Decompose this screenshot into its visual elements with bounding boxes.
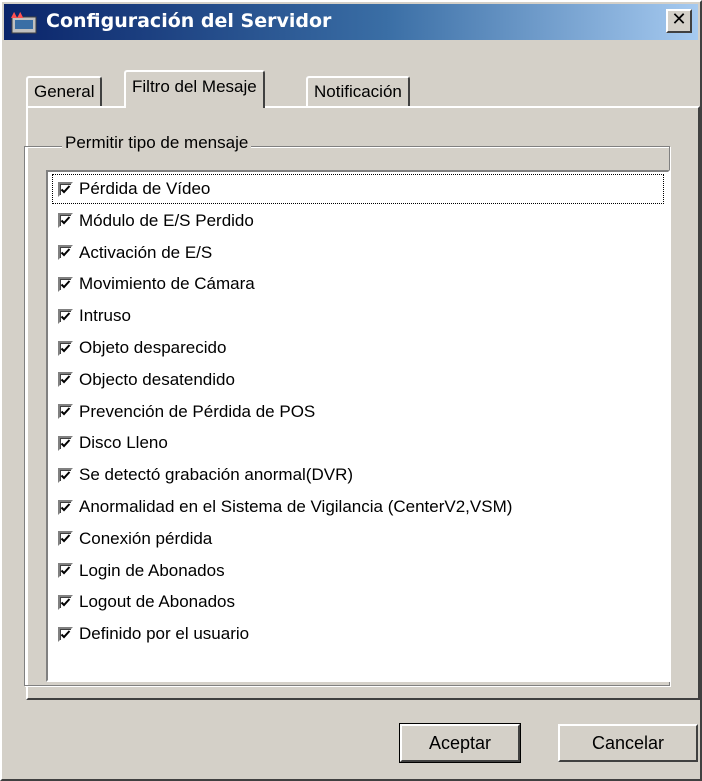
message-type-item[interactable]: Login de Abonados xyxy=(52,556,664,586)
message-type-item[interactable]: Anormalidad en el Sistema de Vigilancia … xyxy=(52,492,664,522)
message-type-label: Anormalidad en el Sistema de Vigilancia … xyxy=(79,497,513,516)
checkbox[interactable] xyxy=(58,594,73,610)
message-type-item[interactable]: Conexión pérdida xyxy=(52,524,664,554)
message-type-item[interactable]: Logout de Abonados xyxy=(52,587,664,617)
message-type-item[interactable]: Objecto desatendido xyxy=(52,365,664,395)
message-type-list[interactable]: Pérdida de Vídeo Módulo de E/S Perdido Act… xyxy=(46,170,670,682)
message-type-label: Prevención de Pérdida de POS xyxy=(79,401,316,421)
message-type-label: Objeto desparecido xyxy=(79,338,227,357)
message-type-item[interactable]: Objeto desparecido xyxy=(52,333,664,363)
window-title: Configuración del Servidor xyxy=(46,10,332,32)
checkbox[interactable] xyxy=(58,531,73,547)
message-type-label: Pérdida de Vídeo xyxy=(79,179,211,198)
tab-general[interactable]: General xyxy=(26,76,103,106)
message-type-item[interactable]: Se detectó grabación anormal(DVR) xyxy=(52,460,664,490)
message-type-item[interactable]: Definido por el usuario xyxy=(52,619,664,649)
message-type-label: Definido por el usuario xyxy=(79,624,250,644)
message-type-label: Movimiento de Cámara xyxy=(79,274,255,294)
app-icon: ▲▲ xyxy=(11,10,37,34)
checkbox[interactable] xyxy=(58,181,73,197)
title-bar[interactable]: ▲▲ Configuración del Servidor ✕ xyxy=(4,4,698,40)
checkbox[interactable] xyxy=(58,626,73,642)
message-type-item[interactable]: Pérdida de Vídeo xyxy=(52,174,664,204)
message-type-label: Se detectó grabación anormal(DVR) xyxy=(79,465,354,485)
server-config-dialog: ▲▲ Configuración del Servidor ✕ General … xyxy=(0,0,702,781)
checkbox[interactable] xyxy=(58,372,73,388)
accept-button[interactable]: Aceptar xyxy=(399,723,521,763)
message-type-item[interactable]: Disco Lleno xyxy=(52,428,664,458)
checkbox[interactable] xyxy=(58,276,73,292)
groupbox-label: Permitir tipo de mensaje xyxy=(62,133,252,153)
checkbox[interactable] xyxy=(58,563,73,579)
checkbox[interactable] xyxy=(58,213,73,229)
tab-notification[interactable]: Notificación xyxy=(306,76,410,106)
message-type-label: Login de Abonados xyxy=(79,560,225,580)
message-type-item[interactable]: Activación de E/S xyxy=(52,238,664,268)
message-type-item[interactable]: Módulo de E/S Perdido xyxy=(52,206,664,236)
checkbox[interactable] xyxy=(58,435,73,451)
message-type-label: Disco Lleno xyxy=(79,433,168,453)
checkbox[interactable] xyxy=(58,499,73,515)
message-type-item[interactable]: Intruso xyxy=(52,301,664,331)
svg-text:▲▲: ▲▲ xyxy=(11,10,24,19)
close-button[interactable]: ✕ xyxy=(666,9,692,33)
checkbox[interactable] xyxy=(58,340,73,356)
checkbox[interactable] xyxy=(58,245,73,261)
message-type-label: Activación de E/S xyxy=(79,242,213,262)
checkbox[interactable] xyxy=(58,308,73,324)
tab-message-filter[interactable]: Filtro del Mesaje xyxy=(124,70,265,108)
checkbox[interactable] xyxy=(58,467,73,483)
message-type-label: Módulo de E/S Perdido xyxy=(79,210,254,230)
checkbox[interactable] xyxy=(58,404,73,420)
cancel-button[interactable]: Cancelar xyxy=(558,724,698,762)
message-type-label: Logout de Abonados xyxy=(79,592,235,612)
message-type-label: Objecto desatendido xyxy=(79,369,235,389)
message-type-label: Intruso xyxy=(79,306,131,326)
message-type-label: Conexión pérdida xyxy=(79,528,213,548)
message-type-item[interactable]: Movimiento de Cámara xyxy=(52,269,664,299)
message-type-item[interactable]: Prevención de Pérdida de POS xyxy=(52,397,664,427)
